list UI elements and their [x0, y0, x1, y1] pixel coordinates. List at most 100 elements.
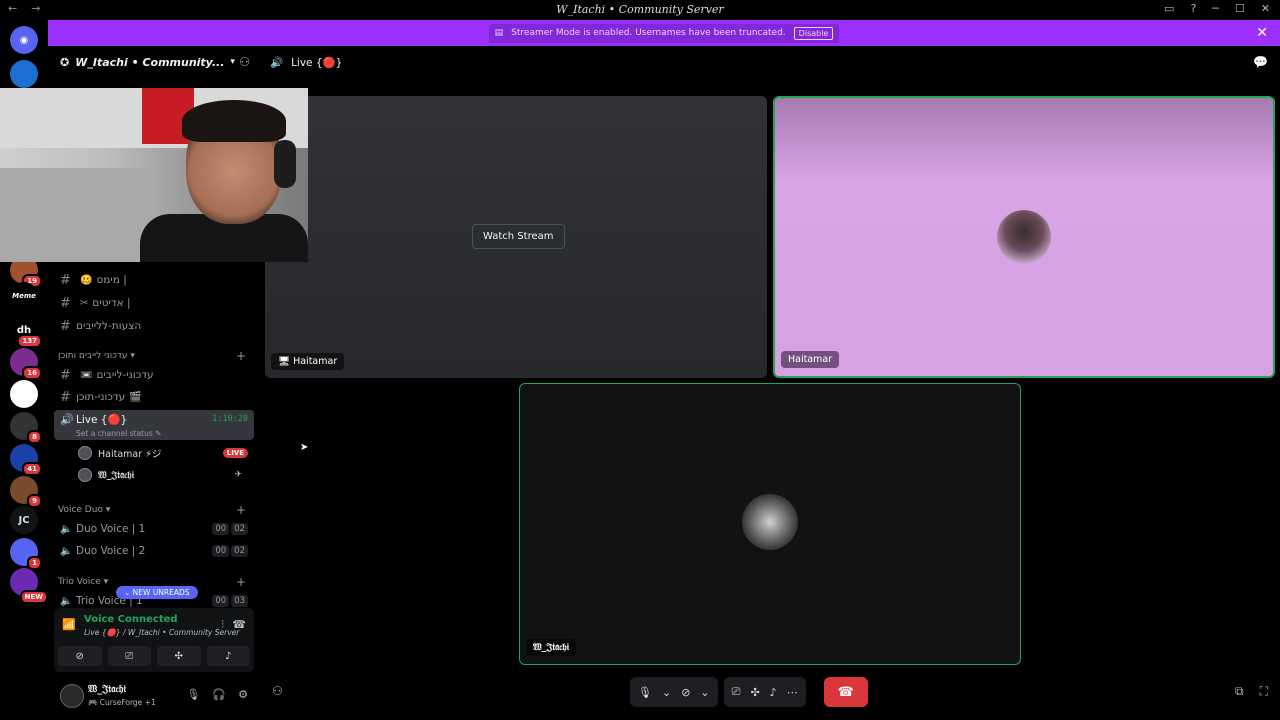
- server-icon[interactable]: 41: [10, 444, 42, 476]
- mention-badge: 16: [22, 366, 42, 380]
- voice-channel-duo-2[interactable]: 🔈 Duo Voice | 2 00 02: [54, 540, 254, 562]
- activities-icon[interactable]: ✣: [157, 646, 201, 666]
- chevron-down-icon: ▾: [230, 57, 235, 67]
- discord-home-icon[interactable]: ◉: [10, 26, 38, 54]
- server-icon[interactable]: JC: [10, 506, 38, 534]
- channel-memes[interactable]: # 🥴 מימס |: [54, 269, 254, 291]
- video-tile-itachi[interactable]: 𝔚_𝔍𝔱𝔞𝔠𝔥𝔦: [519, 383, 1021, 665]
- noise-suppression-icon[interactable]: ⫶: [221, 618, 224, 632]
- camera-off-icon[interactable]: ⊘: [58, 646, 102, 666]
- chevron-down-icon[interactable]: ⌄: [700, 686, 709, 699]
- voice-location[interactable]: Live {🔴} / W_Itachi • Community Server: [84, 628, 239, 637]
- close-icon[interactable]: ✕: [1256, 25, 1268, 41]
- view-controls: ⧉ ⛶: [1235, 684, 1268, 699]
- webcam-couch: [0, 168, 150, 262]
- speaker-icon: 🔈: [60, 595, 73, 607]
- maximize-icon[interactable]: ☐: [1235, 2, 1245, 15]
- speaker-icon: 🔊: [270, 56, 284, 69]
- help-icon[interactable]: ?: [1190, 2, 1196, 15]
- server-icon[interactable]: 16: [10, 348, 42, 380]
- server-icon[interactable]: dh 137: [10, 316, 42, 348]
- voice-user-itachi[interactable]: 𝔚_𝔍𝔱𝔞𝔠𝔥𝔦 ✈: [78, 465, 248, 485]
- server-icon[interactable]: 9: [10, 476, 42, 508]
- avatar[interactable]: [60, 684, 84, 708]
- streamer-mode-banner: ▤ Streamer Mode is enabled. Usernames ha…: [48, 20, 1280, 46]
- user-panel: 𝔚_𝔍𝔱𝔞𝔠𝔥𝔦 🎮 CurseForge +1 🎙 🎧 ⚙: [48, 676, 260, 720]
- gear-icon[interactable]: ⚙: [238, 688, 248, 701]
- chevron-down-icon: ▾: [103, 577, 109, 587]
- hang-up-icon: ☎: [837, 684, 854, 700]
- server-icon[interactable]: [10, 380, 38, 408]
- disable-button[interactable]: Disable: [793, 26, 834, 40]
- more-options-icon[interactable]: ⋯: [787, 686, 798, 699]
- add-channel-icon[interactable]: +: [236, 575, 246, 589]
- mention-badge: 8: [27, 430, 42, 444]
- channel-status[interactable]: Set a channel status ✎: [76, 429, 161, 438]
- screen-share-icon[interactable]: ⎚: [107, 646, 151, 666]
- video-tile-haitamar[interactable]: Haitamar: [773, 96, 1275, 378]
- watch-stream-button[interactable]: Watch Stream: [472, 224, 565, 249]
- new-badge: NEW: [19, 590, 48, 604]
- add-people-icon[interactable]: ⚇: [272, 684, 283, 698]
- speaker-icon: 🔈: [60, 523, 73, 535]
- user-limit: 00 02: [212, 545, 248, 557]
- camera-off-icon[interactable]: ⊘: [681, 686, 690, 699]
- category-voice-duo[interactable]: Voice Duo ▾ +: [58, 503, 250, 517]
- soundboard-icon[interactable]: ♪: [206, 646, 250, 666]
- chat-bubble-icon[interactable]: 💬: [1253, 55, 1268, 69]
- mention-badge: 9: [27, 494, 42, 508]
- stream-tile-haitamar[interactable]: Watch Stream 🖥 Haitamar: [265, 96, 767, 378]
- channel-content-updates[interactable]: # עדכוני-תוכן 🎬: [54, 386, 254, 408]
- user-activity: 🎮 CurseForge +1: [88, 698, 156, 707]
- add-channel-icon[interactable]: +: [236, 349, 246, 363]
- screen-share-icon[interactable]: ⎚: [732, 685, 741, 699]
- minimize-icon[interactable]: ─: [1212, 2, 1219, 15]
- call-controls: 🎙 ⌄ ⊘ ⌄ ⎚ ✣ ♪ ⋯ ☎: [630, 676, 868, 708]
- server-icon[interactable]: 1: [10, 538, 42, 570]
- fullscreen-icon[interactable]: ⛶: [1260, 684, 1268, 699]
- new-unreads-button[interactable]: ⌄ NEW UNREADS: [116, 586, 198, 599]
- close-icon[interactable]: ✕: [1261, 2, 1270, 15]
- channel-suggestions[interactable]: # הצעות-ללייבים: [54, 315, 254, 337]
- user-limit: 00 02: [212, 523, 248, 535]
- microphone-icon[interactable]: 🎙: [638, 686, 652, 699]
- server-icon[interactable]: [10, 60, 38, 88]
- soundboard-icon[interactable]: ♪: [770, 686, 777, 699]
- voice-status[interactable]: Voice Connected: [84, 614, 178, 625]
- channel-live-updates[interactable]: # 📼 עדכוני-לייבים: [54, 364, 254, 386]
- server-icon[interactable]: Meme: [10, 282, 38, 310]
- add-channel-icon[interactable]: +: [236, 503, 246, 517]
- voice-connected-panel: 📶 Voice Connected Live {🔴} / W_Itachi • …: [54, 608, 254, 672]
- webcam-person-hair: [182, 100, 286, 142]
- invite-people-icon[interactable]: ⚇: [239, 55, 250, 69]
- voice-user-haitamar[interactable]: Haitamar ⚡ジ LIVE: [78, 443, 248, 463]
- tile-label: 𝔚_𝔍𝔱𝔞𝔠𝔥𝔦: [526, 639, 577, 656]
- voice-channel-live[interactable]: 🔊 Live {🔴} 1:10:20 Set a channel status …: [54, 410, 254, 440]
- pop-out-icon[interactable]: ⧉: [1235, 684, 1244, 699]
- title-bar: ← → W_Itachi • Community Server ▭ ? ─ ☐ …: [0, 0, 1280, 20]
- window-title: W_Itachi • Community Server: [556, 3, 724, 16]
- server-header[interactable]: ✪ W_Itachi • Community... ▾ ⚇: [48, 46, 260, 78]
- server-icon[interactable]: 8: [10, 412, 42, 444]
- channel-edits[interactable]: # ✂ אדיטים |: [54, 292, 254, 314]
- activities-icon[interactable]: ✣: [750, 686, 759, 699]
- signal-icon[interactable]: 📶: [62, 618, 76, 631]
- microphone-icon[interactable]: 🎙: [186, 688, 200, 701]
- inbox-icon[interactable]: ▭: [1164, 2, 1174, 15]
- voice-channel-duo-1[interactable]: 🔈 Duo Voice | 1 00 02: [54, 518, 254, 540]
- category-updates[interactable]: עדכוני לייבים ותוכן ▾ +: [58, 349, 250, 363]
- chevron-down-icon[interactable]: ⌄: [662, 686, 671, 699]
- disconnect-button[interactable]: ☎: [823, 677, 868, 707]
- voice-actions: ⊘ ⎚ ✣ ♪: [58, 646, 250, 666]
- headset-icon[interactable]: 🎧: [212, 688, 226, 701]
- username[interactable]: 𝔚_𝔍𝔱𝔞𝔠𝔥𝔦: [88, 684, 126, 695]
- server-name: W_Itachi • Community...: [75, 55, 225, 69]
- server-icon[interactable]: NEW: [10, 568, 48, 604]
- avatar: [78, 446, 92, 460]
- avatar: [997, 210, 1051, 264]
- mention-badge: 41: [22, 462, 42, 476]
- webcam-overlay: [0, 88, 308, 262]
- disconnect-icon[interactable]: ☎: [232, 618, 246, 631]
- hash-icon: #: [60, 389, 71, 405]
- mic-control[interactable]: 🎙 ⌄ ⊘ ⌄: [630, 677, 718, 707]
